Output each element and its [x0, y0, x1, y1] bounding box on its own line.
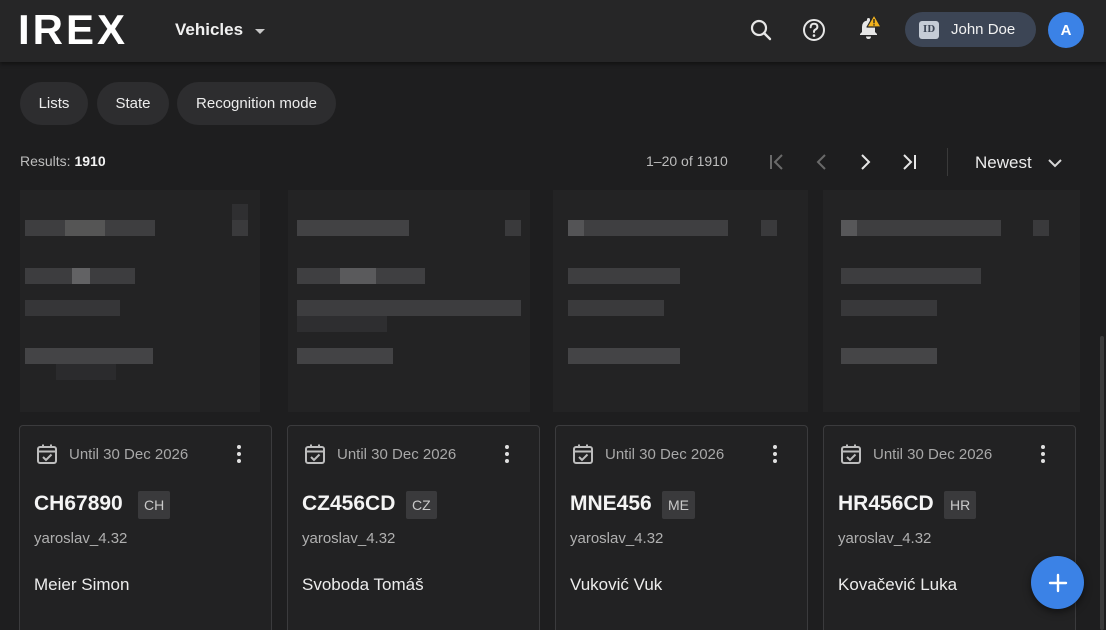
owner-name: yaroslav_4.32: [570, 530, 664, 547]
country-code-badge: CZ: [406, 491, 437, 519]
results-summary: Results: 1910: [20, 153, 106, 169]
vehicle-image[interactable]: [553, 190, 808, 412]
toolbar-divider: [947, 148, 948, 176]
valid-until-date: Until 30 Dec 2026: [873, 446, 993, 463]
notifications-icon[interactable]: [853, 13, 883, 43]
filter-chip-lists[interactable]: Lists: [20, 82, 88, 125]
person-name: Vuković Vuk: [570, 575, 663, 594]
help-icon[interactable]: [801, 17, 827, 43]
chevron-down-icon: [1047, 159, 1062, 168]
person-name: Svoboda Tomáš: [302, 575, 424, 594]
section-dropdown-label: Vehicles: [175, 20, 244, 39]
section-dropdown[interactable]: Vehicles: [175, 17, 266, 43]
country-code-badge: HR: [944, 491, 977, 519]
user-menu-button[interactable]: ID John Doe: [905, 12, 1036, 47]
license-plate: CZ456CD: [302, 492, 396, 515]
license-plate: HR456CD: [838, 492, 934, 515]
country-code-badge: ME: [662, 491, 695, 519]
license-plate: MNE456: [570, 492, 652, 515]
id-badge-icon: ID: [919, 20, 939, 39]
more-vert-icon[interactable]: [501, 442, 513, 466]
vehicle-image[interactable]: [823, 190, 1080, 412]
more-vert-icon[interactable]: [233, 442, 245, 466]
results-count: 1910: [74, 153, 106, 169]
last-page-icon[interactable]: [897, 150, 921, 174]
caret-down-icon: [255, 28, 266, 34]
vehicle-card[interactable]: Until 30 Dec 2026 MNE456 ME yaroslav_4.3…: [555, 425, 808, 630]
more-vert-icon[interactable]: [1037, 442, 1049, 466]
logo-text: IREX: [18, 6, 129, 53]
person-name: Meier Simon: [34, 575, 130, 594]
pagination-range: 1–20 of 1910: [646, 153, 728, 169]
calendar-check-icon: [37, 444, 57, 464]
sort-dropdown[interactable]: Newest: [975, 150, 1064, 176]
vehicle-image[interactable]: [20, 190, 260, 412]
sort-value: Newest: [975, 153, 1032, 172]
search-icon[interactable]: [748, 17, 774, 43]
calendar-check-icon: [841, 444, 861, 464]
vehicle-card[interactable]: Until 30 Dec 2026 CZ456CD CZ yaroslav_4.…: [287, 425, 540, 630]
user-name: John Doe: [951, 21, 1016, 38]
irex-logo[interactable]: IREX: [18, 9, 128, 51]
calendar-check-icon: [305, 444, 325, 464]
first-page-icon[interactable]: [765, 150, 789, 174]
plus-icon: [1048, 573, 1067, 592]
country-code-badge: CH: [138, 491, 171, 519]
owner-name: yaroslav_4.32: [838, 530, 932, 547]
valid-until-date: Until 30 Dec 2026: [605, 446, 725, 463]
valid-until-date: Until 30 Dec 2026: [69, 446, 189, 463]
vehicle-card[interactable]: Until 30 Dec 2026 CH67890 CH yaroslav_4.…: [19, 425, 272, 630]
add-vehicle-button[interactable]: [1031, 556, 1084, 609]
next-page-icon[interactable]: [853, 150, 877, 174]
filter-chip-recognition-mode[interactable]: Recognition mode: [177, 82, 336, 125]
valid-until-date: Until 30 Dec 2026: [337, 446, 457, 463]
filter-chip-state[interactable]: State: [97, 82, 169, 125]
scrollbar[interactable]: [1100, 336, 1104, 630]
previous-page-icon[interactable]: [810, 150, 834, 174]
owner-name: yaroslav_4.32: [302, 530, 396, 547]
person-name: Kovačević Luka: [838, 575, 958, 594]
results-label: Results:: [20, 153, 71, 169]
license-plate: CH67890: [34, 492, 123, 515]
avatar[interactable]: A: [1048, 12, 1084, 48]
more-vert-icon[interactable]: [769, 442, 781, 466]
top-app-bar: IREX Vehicles ID John Doe A: [0, 0, 1106, 62]
owner-name: yaroslav_4.32: [34, 530, 128, 547]
calendar-check-icon: [573, 444, 593, 464]
vehicle-image[interactable]: [288, 190, 530, 412]
